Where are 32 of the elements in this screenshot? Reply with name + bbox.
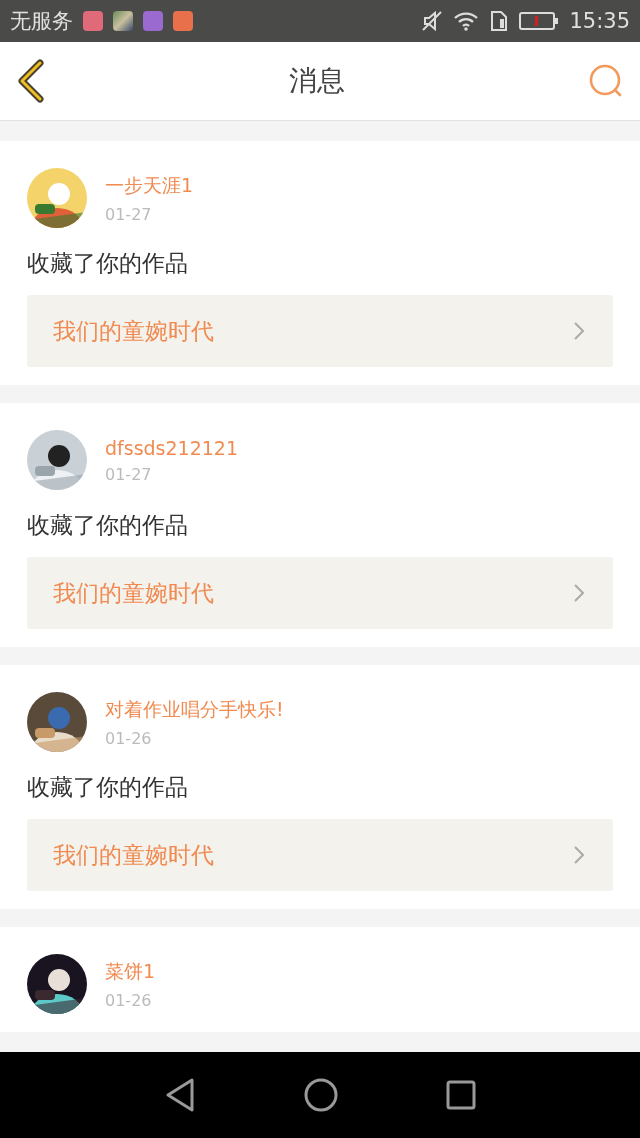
message-date: 01-26 — [105, 990, 153, 1010]
back-icon[interactable] — [164, 1078, 196, 1112]
user-name[interactable]: dfssds212121 — [105, 436, 239, 459]
user-name[interactable]: 对着作业唱分手快乐! — [105, 696, 284, 723]
message-text: 收藏了你的作品 — [27, 773, 189, 802]
notification-icon — [113, 11, 133, 31]
chevron-right-icon — [573, 583, 585, 603]
chevron-right-icon — [573, 321, 585, 341]
battery-icon — [519, 11, 560, 31]
notification-icon — [83, 11, 103, 31]
recents-icon[interactable] — [446, 1080, 476, 1110]
user-name[interactable]: 一步天涯1 — [105, 172, 194, 199]
sim-icon — [489, 10, 510, 32]
work-link[interactable]: 我们的童婉时代 — [27, 295, 613, 367]
notification-icon — [143, 11, 163, 31]
work-link[interactable]: 我们的童婉时代 — [27, 819, 613, 891]
work-link[interactable]: 我们的童婉时代 — [27, 557, 613, 629]
user-name[interactable]: 菜饼1 — [105, 958, 156, 985]
message-text: 收藏了你的作品 — [27, 511, 189, 540]
chevron-right-icon — [573, 845, 585, 865]
page-title: 消息 — [289, 63, 345, 99]
message-date: 01-26 — [105, 728, 153, 748]
clock-text: 15:35 — [569, 9, 630, 33]
message-date: 01-27 — [105, 464, 153, 484]
wifi-icon — [453, 11, 480, 31]
notification-icon — [173, 11, 193, 31]
carrier-text: 无服务 — [10, 8, 73, 35]
message-text: 收藏了你的作品 — [27, 249, 189, 278]
mute-icon — [421, 10, 444, 32]
home-icon[interactable] — [304, 1078, 338, 1112]
message-date: 01-27 — [105, 204, 153, 224]
back-button[interactable] — [16, 59, 46, 103]
